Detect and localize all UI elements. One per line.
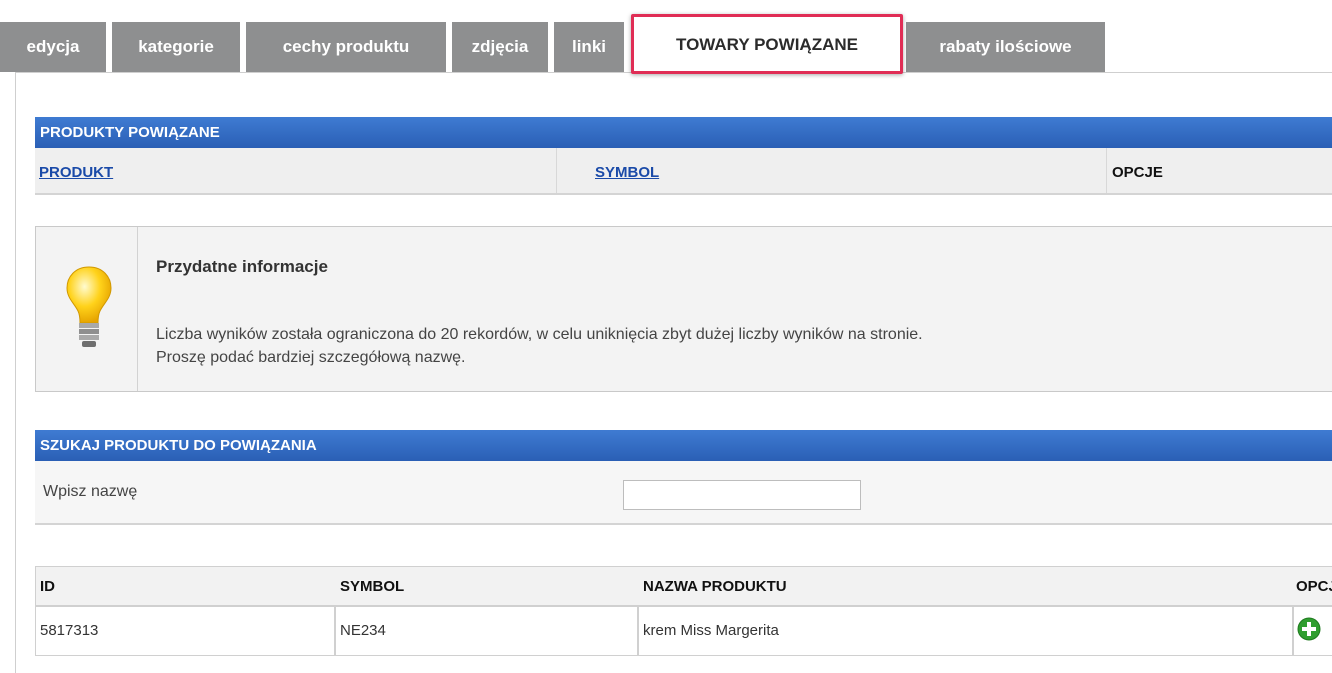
tab-linki[interactable]: linki [554, 22, 624, 72]
results-header-name: NAZWA PRODUKTU [643, 578, 787, 595]
column-divider [1106, 148, 1107, 193]
column-divider [556, 148, 557, 193]
column-options-label: OPCJE [1112, 164, 1163, 181]
tab-rabaty-ilosciowe[interactable]: rabaty ilościowe [906, 22, 1105, 72]
info-text-line: Liczba wyników została ograniczona do 20… [156, 326, 923, 343]
search-label: Wpisz nazwę [43, 483, 138, 500]
results-header-options: OPCJ [1296, 578, 1332, 595]
info-icon-cell [36, 227, 138, 391]
tab-bar: edycja kategorie cechy produktu zdjęcia … [0, 14, 1332, 74]
related-products-header: PRODUKTY POWIĄZANE [35, 117, 1332, 148]
tab-zdjecia[interactable]: zdjęcia [452, 22, 548, 72]
results-header-id: ID [40, 578, 55, 595]
info-box: Przydatne informacje Liczba wyników zost… [35, 226, 1332, 392]
related-products-columns: PRODUKT SYMBOL OPCJE [35, 148, 1332, 195]
search-section-header: SZUKAJ PRODUKTU DO POWIĄZANIA [35, 430, 1332, 461]
info-title: Przydatne informacje [156, 257, 328, 276]
tab-edycja[interactable]: edycja [0, 22, 106, 72]
row-id: 5817313 [40, 622, 99, 639]
column-symbol-link[interactable]: SYMBOL [595, 164, 659, 181]
info-text-line: Proszę podać bardziej szczegółową nazwę. [156, 349, 466, 366]
tab-cechy-produktu[interactable]: cechy produktu [246, 22, 446, 72]
results-header-symbol: SYMBOL [340, 578, 405, 595]
column-product-link[interactable]: PRODUKT [39, 164, 113, 181]
tab-towary-powiazane[interactable]: TOWARY POWIĄZANE [631, 14, 903, 74]
row-name: krem Miss Margerita [643, 622, 779, 639]
row-symbol: NE234 [340, 622, 386, 639]
info-text: Liczba wyników została ograniczona do 20… [156, 323, 923, 369]
lightbulb-icon [66, 266, 112, 347]
add-icon[interactable] [1297, 617, 1321, 641]
product-search-input[interactable] [623, 480, 861, 510]
tab-kategorie[interactable]: kategorie [112, 22, 240, 72]
